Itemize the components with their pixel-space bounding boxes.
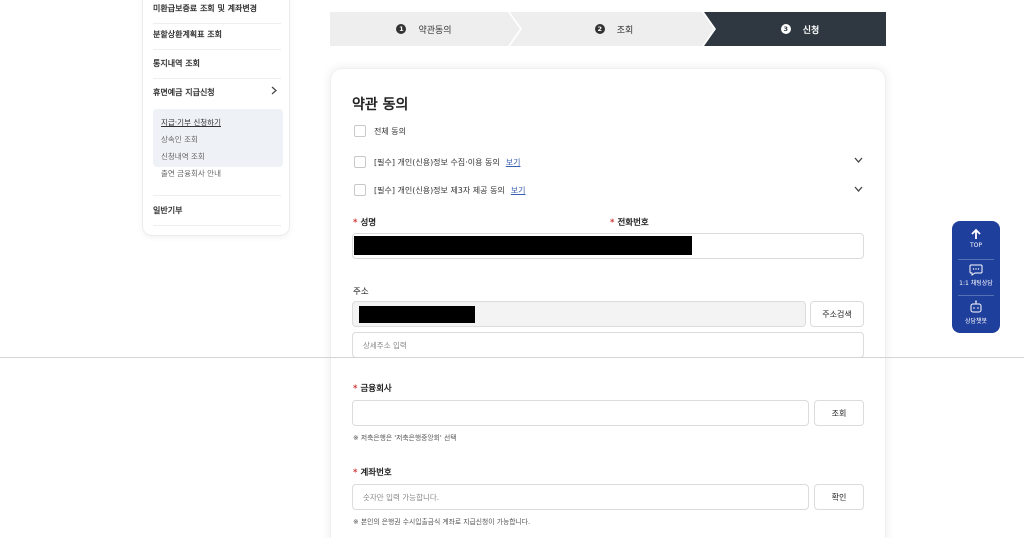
sidebar-item-label: 휴면예금 지급신청 (153, 88, 215, 97)
sidebar-item-label: 통지내역 조회 (153, 59, 200, 68)
agree-all-checkbox[interactable] (354, 125, 366, 137)
quick-divider (958, 295, 994, 296)
step-2: 2 조회 (520, 12, 708, 46)
sidebar-item-label: 일반기부 (153, 206, 183, 215)
step-number: 3 (780, 24, 791, 34)
sidebar-item-general-donation[interactable]: 일반기부 (153, 195, 281, 226)
bank-note: ※ 저축은행은 '저축은행중앙회' 선택 (353, 434, 457, 442)
agree-collection-checkbox[interactable] (354, 156, 366, 168)
page-title: 약관 동의 (352, 97, 409, 113)
agree-item-collection[interactable]: [필수] 개인(신용)정보 수집·이용 동의 보기 (354, 156, 864, 168)
redacted-address (359, 306, 475, 323)
chatbot-label: 상담챗봇 (964, 318, 988, 325)
agree-item-third-party[interactable]: [필수] 개인(신용)정보 제3자 제공 동의 보기 (354, 184, 864, 196)
step-label: 약관동의 (418, 25, 452, 36)
name-label: * 성명 (353, 218, 377, 228)
chevron-down-icon[interactable] (854, 185, 863, 195)
bank-search-button[interactable]: 조회 (814, 400, 864, 426)
step-label: 신청 (802, 25, 820, 36)
page-divider (0, 357, 1024, 358)
sidebar-item-repayment-plan[interactable]: 분할상환계획표 조회 (153, 29, 281, 50)
agree-third-party-label: [필수] 개인(신용)정보 제3자 제공 동의 (374, 185, 505, 195)
sidebar: 미환급보증료 조회 및 계좌변경 분할상환계획표 조회 통지내역 조회 휴면예금… (142, 0, 290, 236)
agree-all-row[interactable]: 전체 동의 (354, 125, 406, 137)
account-label: * 계좌번호 (353, 468, 392, 478)
agree-collection-label: [필수] 개인(신용)정보 수집·이용 동의 (374, 157, 500, 167)
step-label: 조회 (616, 25, 634, 36)
step-number: 2 (594, 24, 605, 34)
submenu-item-history[interactable]: 신청내역 조회 (161, 148, 275, 165)
chevron-right-icon (271, 86, 277, 98)
chat-bubble-icon (969, 264, 983, 276)
bank-field[interactable] (352, 400, 809, 426)
chat-button[interactable]: 1:1 채팅상담 (952, 264, 1000, 287)
quick-divider (958, 259, 994, 260)
agree-third-party-checkbox[interactable] (354, 184, 366, 196)
step-3: 3 신청 (714, 12, 886, 46)
chat-label: 1:1 채팅상담 (959, 280, 993, 287)
address-label: 주소 (353, 287, 369, 297)
chevron-down-icon[interactable] (854, 156, 863, 166)
quick-menu: TOP 1:1 채팅상담 상담챗봇 (952, 221, 1000, 333)
phone-label: * 전화번호 (610, 218, 649, 228)
submenu-item-apply[interactable]: 지급·기부 신청하기 (161, 114, 275, 131)
submenu-item-heir[interactable]: 상속인 조회 (161, 131, 275, 148)
step-1: 1 약관동의 (330, 12, 518, 46)
agree-all-label: 전체 동의 (374, 126, 406, 136)
arrow-up-icon (971, 228, 981, 239)
top-button[interactable]: TOP (952, 228, 1000, 249)
top-label: TOP (969, 242, 982, 249)
account-number-input[interactable]: 숫자만 입력 가능합니다. (352, 484, 809, 510)
step-number: 1 (396, 24, 407, 34)
address-search-button[interactable]: 주소검색 (810, 301, 864, 327)
sidebar-submenu: 지급·기부 신청하기 상속인 조회 신청내역 조회 출연 금융회사 안내 (153, 109, 283, 178)
agree-third-party-view-link[interactable]: 보기 (511, 185, 526, 196)
account-note: ※ 본인의 은행권 수시입출금식 계좌로 지급신청이 가능합니다. (353, 518, 531, 526)
sidebar-item-refund-fee[interactable]: 미환급보증료 조회 및 계좌변경 (153, 3, 281, 24)
account-confirm-button[interactable]: 확인 (814, 484, 864, 510)
sidebar-item-label: 미환급보증료 조회 및 계좌변경 (153, 4, 258, 13)
submenu-item-institutions[interactable]: 출연 금융회사 안내 (161, 165, 275, 182)
sidebar-item-notice-history[interactable]: 통지내역 조회 (153, 58, 281, 79)
agree-collection-view-link[interactable]: 보기 (506, 157, 521, 168)
step-indicator: 1 약관동의 2 조회 3 신청 (330, 12, 886, 46)
chatbot-button[interactable]: 상담챗봇 (952, 300, 1000, 325)
sidebar-item-dormant-deposit[interactable]: 휴면예금 지급신청 (153, 86, 281, 107)
application-form-card: 약관 동의 전체 동의 [필수] 개인(신용)정보 수집·이용 동의 보기 [필… (330, 68, 886, 538)
redacted-personal-info (354, 236, 692, 255)
address-detail-field[interactable]: 상세주소 입력 (352, 332, 864, 358)
sidebar-item-label: 분할상환계획표 조회 (153, 30, 223, 39)
bank-label: * 금융회사 (353, 384, 392, 394)
robot-icon (970, 300, 982, 313)
